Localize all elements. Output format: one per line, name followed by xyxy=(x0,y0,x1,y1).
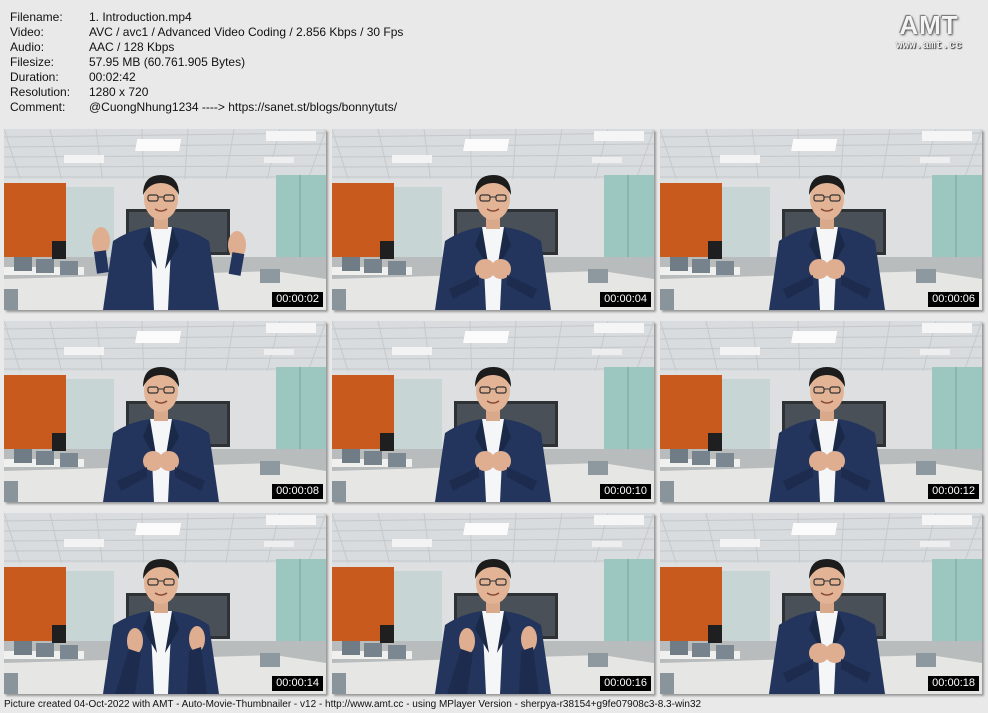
timestamp-label: 00:00:10 xyxy=(600,484,651,499)
video-frame xyxy=(332,513,654,694)
video-thumbnail: 00:00:12 xyxy=(660,321,982,502)
timestamp-label: 00:00:04 xyxy=(600,292,651,307)
video-thumbnail: 00:00:18 xyxy=(660,513,982,694)
video-thumbnail: 00:00:08 xyxy=(4,321,326,502)
video-frame xyxy=(660,129,982,310)
video-thumbnail: 00:00:04 xyxy=(332,129,654,310)
video-thumbnail: 00:00:02 xyxy=(4,129,326,310)
video-frame xyxy=(4,321,326,502)
timestamp-label: 00:00:02 xyxy=(272,292,323,307)
timestamp-label: 00:00:08 xyxy=(272,484,323,499)
video-frame xyxy=(660,513,982,694)
video-frame xyxy=(332,129,654,310)
video-thumbnail: 00:00:14 xyxy=(4,513,326,694)
video-frame xyxy=(4,129,326,310)
video-thumbnail: 00:00:10 xyxy=(332,321,654,502)
timestamp-label: 00:00:18 xyxy=(928,676,979,691)
timestamp-label: 00:00:16 xyxy=(600,676,651,691)
video-thumbnail: 00:00:16 xyxy=(332,513,654,694)
video-thumbnail: 00:00:06 xyxy=(660,129,982,310)
video-frame xyxy=(660,321,982,502)
video-frame xyxy=(332,321,654,502)
timestamp-label: 00:00:14 xyxy=(272,676,323,691)
footer-credit: Picture created 04-Oct-2022 with AMT - A… xyxy=(4,699,702,710)
video-frame xyxy=(4,513,326,694)
timestamp-label: 00:00:06 xyxy=(928,292,979,307)
timestamp-label: 00:00:12 xyxy=(928,484,979,499)
thumbnail-grid: 00:00:02 00:00:04 00:00:06 00:00:08 00:00:10… xyxy=(0,0,988,713)
